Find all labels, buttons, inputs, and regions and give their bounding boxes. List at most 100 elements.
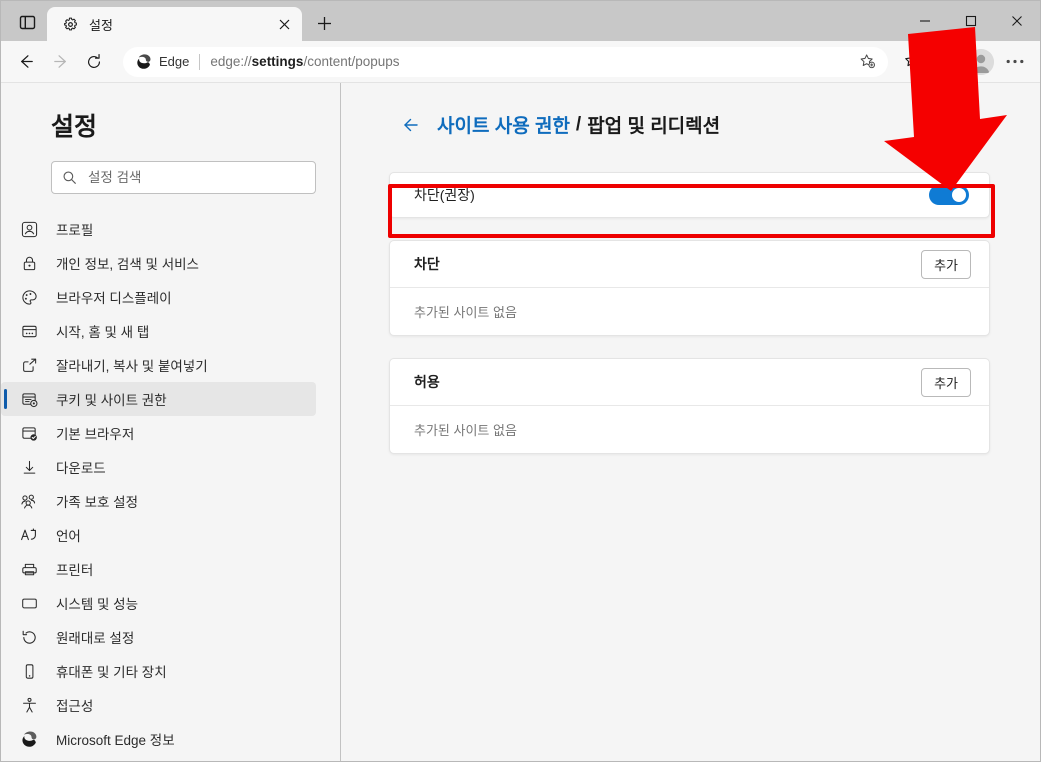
- family-icon: [19, 491, 39, 511]
- system-icon: [19, 593, 39, 613]
- profile-avatar-icon[interactable]: [964, 47, 998, 77]
- sidebar-item-label: 가족 보호 설정: [56, 495, 139, 510]
- sidebar-item-label: 브라우저 디스플레이: [56, 291, 172, 306]
- printer-icon: [19, 559, 39, 579]
- close-icon[interactable]: [272, 12, 296, 36]
- url-path: /content/popups: [303, 54, 400, 69]
- sidebar-item-cookies-permissions[interactable]: 쿠키 및 사이트 권한: [1, 382, 316, 416]
- sidebar-item-label: 시스템 및 성능: [56, 597, 139, 612]
- sidebar-item-label: 접근성: [56, 699, 94, 714]
- sidebar-item-clipboard[interactable]: 잘라내기, 복사 및 붙여넣기: [1, 348, 316, 382]
- favorites-list-icon[interactable]: [896, 47, 930, 77]
- sidebar-item-privacy[interactable]: 개인 정보, 검색 및 서비스: [1, 246, 316, 280]
- address-bar[interactable]: Edge edge://settings/content/popups: [123, 46, 888, 77]
- sidebar-item-about-edge[interactable]: Microsoft Edge 정보: [1, 722, 316, 756]
- blocked-sites-section: 차단 추가 추가된 사이트 없음: [389, 240, 990, 336]
- sidebar-item-label: 휴대폰 및 기타 장치: [56, 665, 167, 680]
- minimize-icon[interactable]: [902, 1, 948, 41]
- default-browser-icon: [19, 423, 39, 443]
- sidebar-item-family-safety[interactable]: 가족 보호 설정: [1, 484, 316, 518]
- section-title: 허용: [414, 374, 440, 390]
- sidebar-item-reset[interactable]: 원래대로 설정: [1, 620, 316, 654]
- edge-logo-icon: [135, 53, 152, 70]
- sidebar-item-accessibility[interactable]: 접근성: [1, 688, 316, 722]
- breadcrumb: 사이트 사용 권한 / 팝업 및 리디렉션: [399, 111, 990, 138]
- sidebar-item-downloads[interactable]: 다운로드: [1, 450, 316, 484]
- block-popups-toggle[interactable]: [929, 185, 969, 205]
- url-domain: settings: [251, 54, 304, 69]
- sidebar-item-phone-devices[interactable]: 휴대폰 및 기타 장치: [1, 654, 316, 688]
- browser-toolbar: Edge edge://settings/content/popups: [1, 41, 1040, 83]
- profile-icon: [19, 219, 39, 239]
- section-header: 차단 추가: [390, 241, 989, 288]
- gear-icon: [61, 15, 79, 33]
- back-arrow-icon[interactable]: [399, 113, 423, 137]
- settings-nav-list: 프로필 개인 정보, 검색 및 서비스 브라우저 디스플레이 시작, 홈 및 새…: [1, 212, 340, 756]
- sidebar-item-languages[interactable]: 언어: [1, 518, 316, 552]
- maximize-icon[interactable]: [948, 1, 994, 41]
- sidebar-item-label: 쿠키 및 사이트 권한: [56, 393, 167, 408]
- sidebar-item-system[interactable]: 시스템 및 성능: [1, 586, 316, 620]
- add-favorite-star-icon[interactable]: [854, 49, 880, 75]
- reset-icon: [19, 627, 39, 647]
- close-icon[interactable]: [994, 1, 1040, 41]
- tab-title: 설정: [89, 17, 113, 33]
- browser-tab-settings[interactable]: 설정: [47, 7, 302, 41]
- back-arrow-icon[interactable]: [9, 47, 43, 77]
- lock-icon: [19, 253, 39, 273]
- sidebar-item-default-browser[interactable]: 기본 브라우저: [1, 416, 316, 450]
- settings-sidebar: 설정 설정 검색 프로필 개인 정보, 검색 및 서비스 브라우저 디스플레이 …: [1, 83, 341, 761]
- phone-icon: [19, 661, 39, 681]
- add-blocked-site-button[interactable]: 추가: [921, 249, 971, 279]
- sidebar-item-printers[interactable]: 프린터: [1, 552, 316, 586]
- breadcrumb-parent-link[interactable]: 사이트 사용 권한: [437, 111, 570, 138]
- language-icon: [19, 525, 39, 545]
- refresh-icon[interactable]: [77, 47, 111, 77]
- sidebar-item-label: 잘라내기, 복사 및 붙여넣기: [56, 359, 208, 374]
- sidebar-item-label: 개인 정보, 검색 및 서비스: [56, 257, 199, 272]
- sidebar-item-label: 시작, 홈 및 새 탭: [56, 325, 150, 340]
- section-title: 차단: [414, 256, 440, 272]
- clipboard-share-icon: [19, 355, 39, 375]
- download-icon: [19, 457, 39, 477]
- section-header: 허용 추가: [390, 359, 989, 406]
- tab-actions-icon[interactable]: [7, 5, 47, 39]
- tab-strip: 설정: [1, 1, 1040, 41]
- sidebar-item-profile[interactable]: 프로필: [1, 212, 316, 246]
- plus-icon[interactable]: [308, 7, 340, 39]
- window-controls: [902, 1, 1040, 41]
- accessibility-icon: [19, 695, 39, 715]
- edge-browser-window: 설정 Edge edge://settings/content/popups 설…: [0, 0, 1041, 762]
- palette-icon: [19, 287, 39, 307]
- settings-content: 사이트 사용 권한 / 팝업 및 리디렉션 차단(권장) 차단 추가 추가된 사…: [341, 83, 1040, 761]
- search-icon: [62, 170, 77, 185]
- toggle-knob: [952, 188, 966, 202]
- empty-state-text: 추가된 사이트 없음: [414, 423, 517, 438]
- edge-badge-label: Edge: [159, 54, 190, 69]
- forward-arrow-icon[interactable]: [43, 47, 77, 77]
- url-prefix: edge://: [210, 54, 252, 69]
- sidebar-item-label: 프로필: [56, 223, 94, 238]
- more-options-icon[interactable]: [998, 47, 1032, 77]
- sidebar-item-start-home[interactable]: 시작, 홈 및 새 탭: [1, 314, 316, 348]
- sidebar-item-label: 프린터: [56, 563, 94, 578]
- block-popups-toggle-row[interactable]: 차단(권장): [389, 172, 990, 218]
- sidebar-item-label: 기본 브라우저: [56, 427, 135, 442]
- add-allowed-site-button[interactable]: 추가: [921, 367, 971, 397]
- search-input[interactable]: [88, 170, 305, 185]
- sidebar-item-appearance[interactable]: 브라우저 디스플레이: [1, 280, 316, 314]
- allowed-sites-section: 허용 추가 추가된 사이트 없음: [389, 358, 990, 454]
- cookie-permissions-icon: [19, 389, 39, 409]
- sidebar-item-label: 다운로드: [56, 461, 106, 476]
- toggle-label: 차단(권장): [414, 187, 475, 203]
- breadcrumb-current: 팝업 및 리디렉션: [587, 116, 721, 137]
- page-title: 설정: [51, 113, 98, 141]
- sidebar-item-label: Microsoft Edge 정보: [56, 733, 175, 748]
- omnibox-divider: [199, 53, 201, 70]
- settings-page: 설정 설정 검색 프로필 개인 정보, 검색 및 서비스 브라우저 디스플레이 …: [1, 83, 1040, 761]
- empty-state-text: 추가된 사이트 없음: [414, 305, 517, 320]
- collections-icon[interactable]: [930, 47, 964, 77]
- avatar: [968, 48, 994, 75]
- settings-search-box[interactable]: [51, 161, 316, 194]
- browser-window-icon: [19, 321, 39, 341]
